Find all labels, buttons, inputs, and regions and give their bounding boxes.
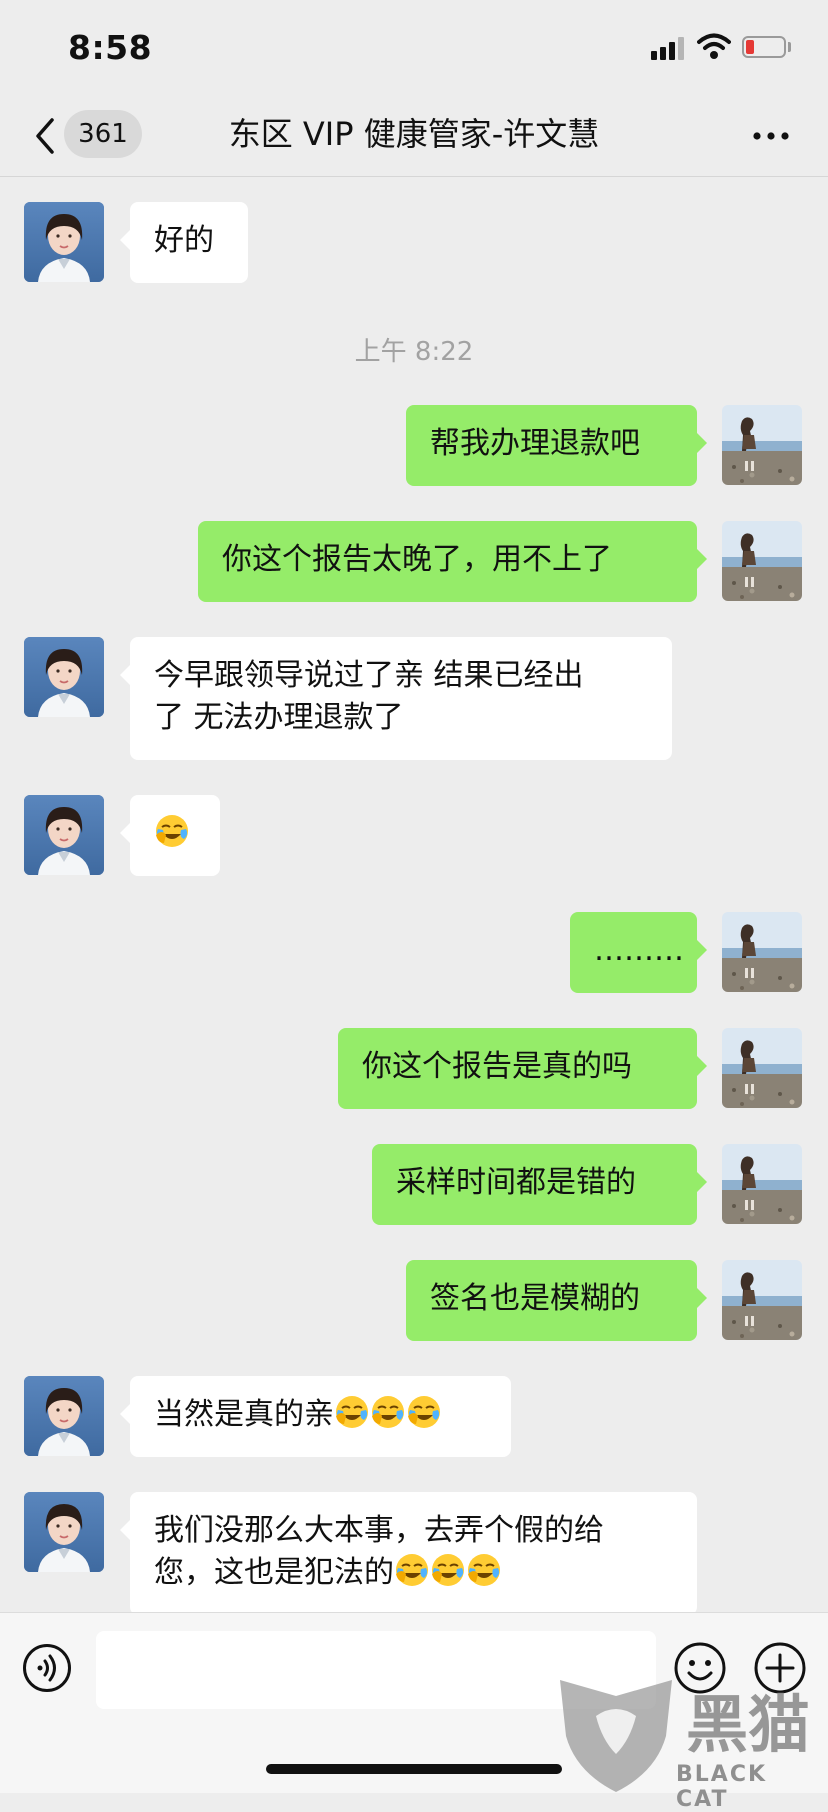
- message-text: 好的: [154, 223, 214, 258]
- crying-laughing-emoji: [370, 1394, 406, 1430]
- message-text: 采样时间都是错的: [396, 1165, 636, 1200]
- battery-tip: [788, 42, 791, 52]
- message-text-line-with-emoji: 您，这也是犯法的: [154, 1552, 673, 1594]
- status-bar: 8:58: [0, 0, 828, 96]
- user-avatar[interactable]: [722, 912, 802, 992]
- message-bubble[interactable]: 采样时间都是错的: [372, 1144, 707, 1225]
- more-dots-icon[interactable]: [752, 122, 790, 150]
- message-bubble[interactable]: 签名也是模糊的: [406, 1260, 707, 1341]
- watermark-text: BLACK CAT: [676, 1762, 768, 1812]
- crying-laughing-emoji: [334, 1394, 370, 1430]
- crying-laughing-emoji: [430, 1552, 466, 1588]
- contact-avatar[interactable]: [24, 1492, 104, 1572]
- user-avatar[interactable]: [722, 1144, 802, 1224]
- contact-avatar[interactable]: [24, 202, 104, 282]
- message-bubble[interactable]: 我们没那么大本事，去弄个假的给 您，这也是犯法的: [120, 1492, 697, 1615]
- message-text: 当然是真的亲: [154, 1397, 334, 1432]
- user-avatar[interactable]: [722, 521, 802, 601]
- message-bubble[interactable]: 帮我办理退款吧: [406, 405, 707, 486]
- voice-icon[interactable]: [22, 1643, 72, 1693]
- chat-header: 361 东区 VIP 健康管家-许文慧: [0, 96, 828, 177]
- message-text-line: 我们没那么大本事，去弄个假的给: [154, 1513, 604, 1548]
- cellular-signal-icon: [651, 36, 687, 60]
- battery-icon: [742, 36, 786, 58]
- user-avatar[interactable]: [722, 1028, 802, 1108]
- user-avatar[interactable]: [722, 1260, 802, 1340]
- wifi-icon: [697, 33, 731, 59]
- unread-count-badge[interactable]: 361: [64, 110, 142, 158]
- message-timestamp: 上午 8:22: [354, 337, 474, 367]
- message-bubble[interactable]: ………: [570, 912, 707, 993]
- message-text: 您，这也是犯法的: [154, 1555, 394, 1590]
- message-bubble[interactable]: [120, 795, 220, 876]
- contact-avatar[interactable]: [24, 795, 104, 875]
- message-text: 签名也是模糊的: [430, 1281, 640, 1316]
- message-text-line: 今早跟领导说过了亲 结果已经出: [154, 658, 584, 693]
- message-bubble[interactable]: 今早跟领导说过了亲 结果已经出 了 无法办理退款了: [120, 637, 672, 760]
- watermark-logo-text: 黑猫: [686, 1688, 810, 1761]
- contact-avatar[interactable]: [24, 637, 104, 717]
- message-text: 你这个报告是真的吗: [362, 1049, 632, 1084]
- message-text-line: 了 无法办理退款了: [154, 700, 404, 735]
- contact-avatar[interactable]: [24, 1376, 104, 1456]
- chevron-left-icon[interactable]: [30, 114, 60, 158]
- message-text: 你这个报告太晚了，用不上了: [222, 542, 612, 577]
- battery-level: [746, 40, 754, 54]
- message-text: 帮我办理退款吧: [430, 426, 640, 461]
- crying-laughing-emoji: [154, 813, 190, 849]
- chat-title: 东区 VIP 健康管家-许文慧: [228, 115, 600, 153]
- user-avatar[interactable]: [722, 405, 802, 485]
- message-bubble[interactable]: 你这个报告太晚了，用不上了: [198, 521, 707, 602]
- message-bubble[interactable]: 你这个报告是真的吗: [338, 1028, 707, 1109]
- home-indicator: [266, 1764, 562, 1774]
- message-bubble[interactable]: 当然是真的亲: [120, 1376, 511, 1457]
- message-text: ………: [594, 933, 684, 968]
- status-time: 8:58: [68, 28, 153, 67]
- crying-laughing-emoji: [466, 1552, 502, 1588]
- message-bubble[interactable]: 好的: [120, 202, 248, 283]
- crying-laughing-emoji: [406, 1394, 442, 1430]
- crying-laughing-emoji: [394, 1552, 430, 1588]
